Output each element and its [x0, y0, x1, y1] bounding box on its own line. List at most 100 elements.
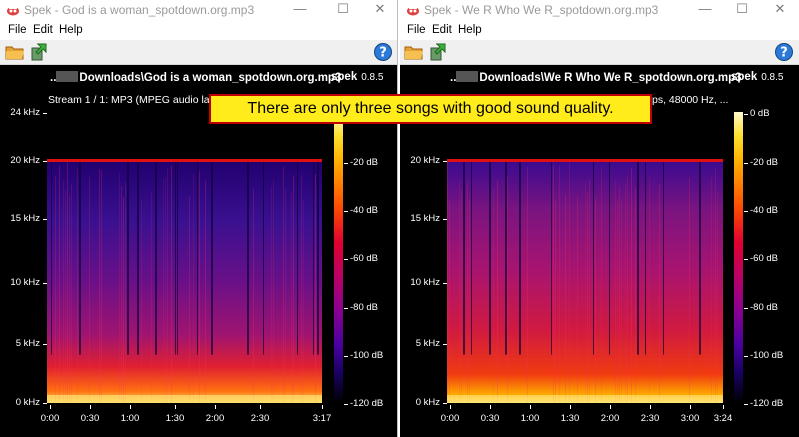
axis-tick: [570, 405, 571, 409]
menu-edit[interactable]: Edit: [432, 24, 452, 36]
help-icon[interactable]: ?: [373, 42, 393, 62]
menu-help[interactable]: Help: [59, 24, 83, 36]
spectrogram-right: [447, 112, 723, 403]
time-label: 3:24: [713, 413, 733, 424]
menu-bar: File Edit Help: [0, 20, 397, 40]
menu-edit[interactable]: Edit: [33, 24, 53, 36]
frequency-label: 5 kHz: [415, 338, 440, 349]
time-label: 0:30: [480, 413, 500, 424]
toolbar: ?: [400, 40, 799, 65]
db-label: -60 dB: [350, 253, 378, 264]
db-label: -80 dB: [750, 302, 778, 313]
axis-tick: [530, 405, 531, 409]
db-label: -80 dB: [350, 302, 378, 313]
time-label: 1:30: [560, 413, 580, 424]
axis-tick: [43, 283, 47, 284]
minimize-button[interactable]: —: [290, 1, 310, 16]
axis-tick: [43, 403, 47, 404]
axis-tick: [344, 404, 348, 405]
axis-tick: [260, 405, 261, 409]
spectrogram-left: [47, 112, 322, 403]
file-path: .. Downloads\God is a woman_spotdown.org.…: [50, 71, 342, 84]
db-colorbar: [334, 112, 343, 403]
maximize-button[interactable]: ☐: [732, 1, 752, 17]
db-label: -40 dB: [750, 205, 778, 216]
svg-text:?: ?: [780, 46, 788, 61]
db-label: -20 dB: [750, 157, 778, 168]
cutoff-line-20khz: [447, 159, 723, 162]
axis-tick: [43, 344, 47, 345]
axis-tick: [215, 405, 216, 409]
axis-tick: [344, 356, 348, 357]
help-icon[interactable]: ?: [774, 42, 794, 62]
save-icon[interactable]: [428, 42, 448, 62]
time-label: 1:30: [165, 413, 185, 424]
open-folder-icon[interactable]: [5, 42, 25, 62]
axis-tick: [723, 405, 724, 409]
spek-app-icon: [407, 6, 419, 16]
frequency-label: 15 kHz: [410, 213, 440, 224]
time-label: 3:17: [312, 413, 332, 424]
spek-version-label: spek 0.8.5: [331, 71, 384, 83]
frequency-label: 0 kHz: [15, 397, 40, 408]
axis-tick: [175, 405, 176, 409]
toolbar: ?: [0, 40, 397, 65]
spek-window-right: Spek - We R Who We R_spotdown.org.mp3 — …: [400, 0, 799, 437]
save-icon[interactable]: [29, 42, 49, 62]
menu-help[interactable]: Help: [458, 24, 482, 36]
axis-tick: [744, 308, 748, 309]
time-label: 0:00: [40, 413, 60, 424]
axis-tick: [443, 161, 447, 162]
axis-tick: [650, 405, 651, 409]
open-folder-icon[interactable]: [404, 42, 424, 62]
db-label: -120 dB: [750, 398, 784, 409]
axis-tick: [744, 259, 748, 260]
frequency-label: 20 kHz: [410, 155, 440, 166]
time-label: 3:00: [680, 413, 700, 424]
axis-tick: [43, 113, 47, 114]
spek-version-label: spek 0.8.5: [731, 71, 784, 83]
spek-app-icon: [7, 6, 19, 16]
db-label: -100 dB: [750, 350, 784, 361]
axis-tick: [344, 163, 348, 164]
close-button[interactable]: ✕: [770, 1, 790, 17]
stream-info: ps, 48000 Hz, ...: [652, 94, 729, 106]
minimize-button[interactable]: —: [695, 1, 715, 16]
frequency-label: 10 kHz: [10, 277, 40, 288]
spek-window-left: Spek - God is a woman_spotdown.org.mp3 —…: [0, 0, 398, 437]
time-label: 2:30: [640, 413, 660, 424]
axis-tick: [744, 404, 748, 405]
file-path: .. Downloads\We R Who We R_spotdown.org.m…: [450, 71, 742, 84]
axis-tick: [610, 405, 611, 409]
redacted-path: [56, 71, 79, 82]
close-button[interactable]: ✕: [370, 1, 390, 17]
axis-tick: [690, 405, 691, 409]
title-bar[interactable]: Spek - We R Who We R_spotdown.org.mp3 — …: [400, 0, 799, 20]
axis-tick: [43, 219, 47, 220]
title-bar[interactable]: Spek - God is a woman_spotdown.org.mp3 —…: [0, 0, 397, 20]
axis-tick: [43, 161, 47, 162]
db-label: -60 dB: [750, 253, 778, 264]
menu-file[interactable]: File: [407, 24, 426, 36]
frequency-label: 15 kHz: [10, 213, 40, 224]
axis-tick: [443, 219, 447, 220]
frequency-label: 0 kHz: [415, 397, 440, 408]
time-label: 2:00: [205, 413, 225, 424]
time-label: 2:00: [600, 413, 620, 424]
axis-tick: [50, 405, 51, 409]
axis-tick: [322, 405, 323, 409]
db-label: -20 dB: [350, 157, 378, 168]
menu-file[interactable]: File: [8, 24, 27, 36]
axis-tick: [443, 344, 447, 345]
axis-tick: [90, 405, 91, 409]
frequency-label: 20 kHz: [10, 155, 40, 166]
db-label: 0 dB: [750, 108, 770, 119]
window-title: Spek - We R Who We R_spotdown.org.mp3: [424, 3, 659, 17]
frequency-label: 24 kHz: [10, 107, 40, 118]
db-label: -100 dB: [350, 350, 384, 361]
maximize-button[interactable]: ☐: [333, 1, 353, 17]
db-label: -40 dB: [350, 205, 378, 216]
axis-tick: [744, 114, 748, 115]
time-label: 0:00: [440, 413, 460, 424]
axis-tick: [490, 405, 491, 409]
